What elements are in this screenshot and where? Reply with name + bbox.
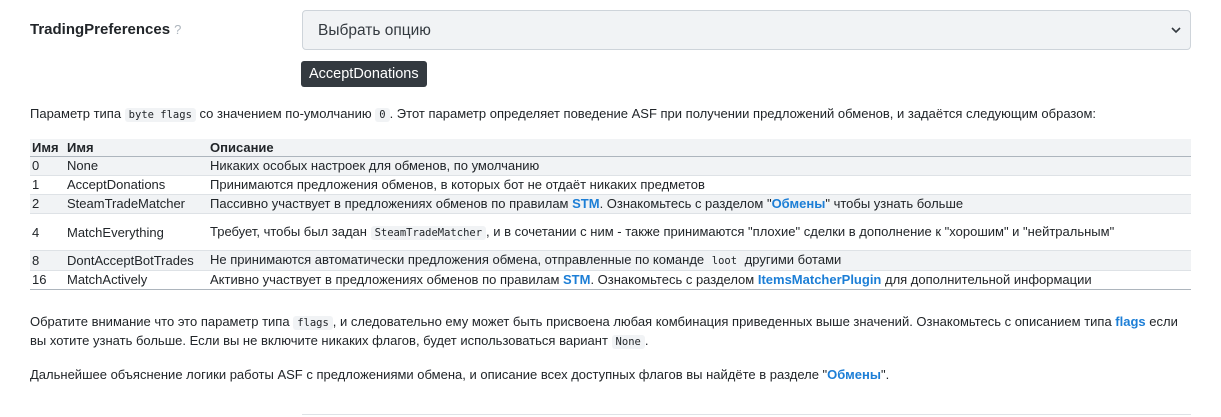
desc-text: , и в сочетании с ним - также принимаютс…	[486, 223, 1115, 239]
stm-link[interactable]: STM	[563, 272, 590, 287]
flag-description: Требует, чтобы был задан SteamTradeMatch…	[208, 213, 1191, 251]
desc-text: . Ознакомьтесь с разделом "	[599, 196, 772, 211]
footer-text-1: Дальнейшее объяснение логики работы ASF …	[30, 367, 828, 382]
intro-text-1: Параметр типа	[30, 106, 125, 121]
flag-name: MatchEverything	[65, 213, 208, 251]
intro-text-2: со значением по-умолчанию	[195, 106, 376, 121]
flags-link[interactable]: flags	[1115, 314, 1145, 329]
flag-description: Принимаются предложения обменов, в котор…	[208, 175, 1191, 195]
note-text-2: , и следовательно ему может быть присвое…	[332, 314, 1116, 329]
desc-text: Пассивно участвует в предложениях обмено…	[210, 196, 573, 211]
note-code-flags: flags	[293, 316, 333, 330]
flag-description: Пассивно участвует в предложениях обмено…	[208, 194, 1191, 214]
help-icon[interactable]: ?	[174, 22, 181, 37]
flag-name: None	[65, 156, 208, 176]
flag-name: AcceptDonations	[65, 175, 208, 195]
intro-code-type: byte flags	[124, 108, 196, 122]
note-code-none: None	[611, 335, 645, 349]
option-select[interactable]: Выбрать опцию	[302, 10, 1191, 50]
flag-name: DontAcceptBotTrades	[65, 250, 208, 271]
table-row: 16 MatchActively Активно участвует в пре…	[30, 270, 1191, 290]
header-value: Имя	[30, 139, 65, 157]
intro-text-3: . Этот параметр определяет поведение ASF…	[389, 106, 1097, 121]
select-value: Выбрать опцию	[318, 22, 431, 39]
field-label: TradingPreferences?	[30, 21, 181, 38]
flags-table: Имя Имя Описание 0 None Никаких особых н…	[30, 139, 1191, 290]
flag-description: Не принимаются автоматически предложения…	[208, 250, 1191, 271]
trading-link[interactable]: Обмены	[772, 196, 826, 211]
desc-text: Требует, чтобы был задан	[210, 223, 371, 239]
desc-text: для дополнительной информации	[881, 272, 1092, 287]
flag-description: Активно участвует в предложениях обменов…	[208, 270, 1191, 290]
note-text-1: Обратите внимание что это параметр типа	[30, 314, 294, 329]
flag-name: MatchActively	[65, 270, 208, 290]
desc-text: " чтобы узнать больше	[825, 196, 964, 211]
desc-text: другими ботами	[741, 252, 842, 267]
intro-code-default: 0	[375, 108, 390, 122]
flag-name: SteamTradeMatcher	[65, 194, 208, 214]
selected-option-chip[interactable]: AcceptDonations	[301, 61, 427, 87]
header-name: Имя	[65, 139, 208, 157]
intro-paragraph: Параметр типа byte flags со значением по…	[30, 105, 1190, 124]
desc-text: Активно участвует в предложениях обменов…	[210, 272, 563, 287]
field-label-text: TradingPreferences	[30, 21, 171, 38]
trading-link[interactable]: Обмены	[827, 367, 881, 382]
footer-paragraph: Дальнейшее объяснение логики работы ASF …	[30, 366, 1190, 384]
table-header-row: Имя Имя Описание	[30, 139, 1191, 157]
header-description: Описание	[208, 139, 1191, 157]
desc-code: SteamTradeMatcher	[370, 225, 487, 240]
note-text-4: .	[644, 333, 649, 348]
flag-value: 8	[30, 250, 65, 271]
divider	[302, 414, 1191, 415]
desc-code: loot	[707, 254, 742, 268]
table-row: 4 MatchEverything Требует, чтобы был зад…	[30, 213, 1191, 251]
table-row: 0 None Никаких особых настроек для обмен…	[30, 156, 1191, 176]
stm-link[interactable]: STM	[572, 196, 599, 211]
table-row: 1 AcceptDonations Принимаются предложени…	[30, 175, 1191, 195]
desc-text: Не принимаются автоматически предложения…	[210, 252, 708, 267]
note-paragraph: Обратите внимание что это параметр типа …	[30, 313, 1190, 351]
desc-text: . Ознакомьтесь с разделом	[590, 272, 758, 287]
flag-value: 0	[30, 156, 65, 176]
flag-description: Никаких особых настроек для обменов, по …	[208, 156, 1191, 176]
footer-text-2: ".	[880, 367, 890, 382]
chevron-down-icon	[1171, 27, 1181, 34]
table-row: 8 DontAcceptBotTrades Не принимаются авт…	[30, 250, 1191, 271]
flag-value: 4	[30, 213, 65, 251]
flag-value: 16	[30, 270, 65, 290]
flag-value: 2	[30, 194, 65, 214]
flag-value: 1	[30, 175, 65, 195]
table-row: 2 SteamTradeMatcher Пассивно участвует в…	[30, 194, 1191, 214]
items-matcher-plugin-link[interactable]: ItemsMatcherPlugin	[758, 272, 882, 287]
